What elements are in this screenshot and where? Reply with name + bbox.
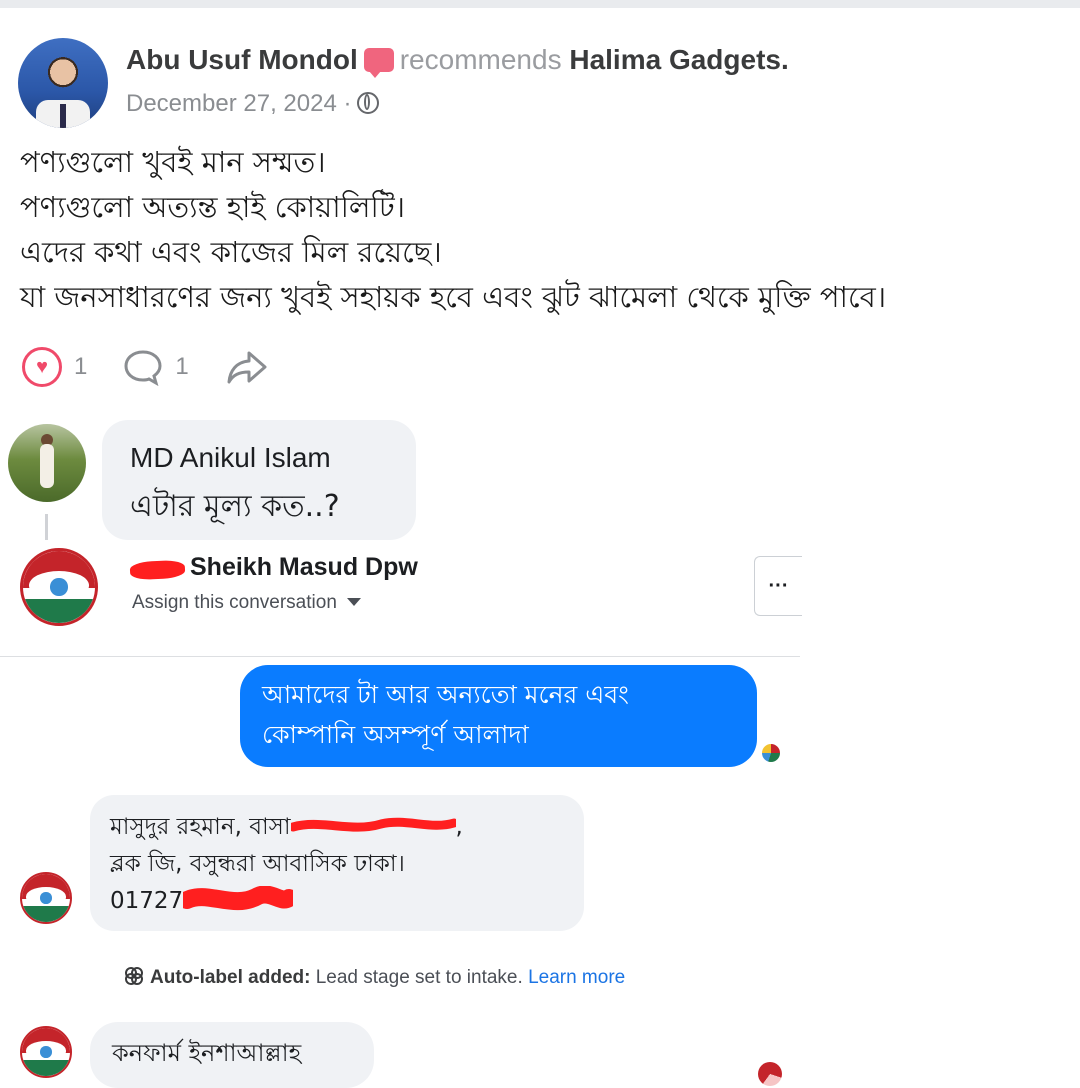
post-meta: December 27, 2024 · — [126, 90, 380, 118]
avatar-logo-emblem — [40, 892, 52, 904]
redaction-scribble — [178, 885, 299, 911]
avatar-logo-emblem — [40, 1046, 52, 1058]
seen-indicator-avatar — [760, 742, 782, 764]
recommend-verb: recommends — [399, 44, 562, 75]
auto-label-notice: Auto-label added: Lead stage set to inta… — [124, 966, 625, 989]
header-divider — [0, 656, 800, 657]
sent-message-bubble: আমাদের টা আর অন্যতো মনের এবং কোম্পানি অস… — [240, 665, 757, 767]
post-body: পণ্যগুলো খুবই মান সম্মত। পণ্যগুলো অত্যন্… — [20, 140, 886, 320]
heart-icon[interactable]: ♥ — [22, 347, 62, 387]
more-options-button[interactable]: ··· — [754, 556, 802, 616]
post-body-line: পণ্যগুলো অত্যন্ত হাই কোয়ালিটি। — [20, 190, 406, 224]
avatar-figure-body — [40, 444, 54, 488]
sent-message-line: কোম্পানি অসম্পূর্ণ আলাদা — [262, 720, 529, 749]
redaction-scribble — [288, 817, 459, 832]
received-message-bubble: মাসুদুর রহমান, বাসা, ব্লক জি, বসুন্ধরা আ… — [90, 795, 584, 931]
post-body-line: এদের কথা এবং কাজের মিল রয়েছে। — [20, 235, 442, 269]
post-top-border — [0, 0, 1080, 8]
commenter-name[interactable]: MD Anikul Islam — [130, 442, 388, 474]
auto-label-text: Lead stage set to intake. — [315, 967, 523, 988]
sent-message-line: আমাদের টা আর অন্যতো মনের এবং — [262, 680, 629, 709]
received-message-line: মাসুদুর রহমান, বাসা, — [110, 809, 564, 846]
commenter-avatar[interactable] — [8, 424, 86, 502]
received-message-line: ব্লক জি, বসুন্ধরা আবাসিক ঢাকা। — [110, 851, 405, 877]
comment-count: 1 — [175, 353, 189, 380]
avatar-tie — [60, 104, 66, 128]
contact-avatar-small[interactable] — [20, 872, 72, 924]
recommended-page-name[interactable]: Halima Gadgets. — [569, 44, 788, 75]
globe-icon — [357, 92, 380, 114]
avatar-logo-bottom — [22, 1059, 70, 1076]
avatar-logo-emblem — [50, 578, 68, 596]
share-icon[interactable] — [225, 347, 269, 387]
recommend-icon — [363, 48, 394, 78]
address-redaction — [288, 812, 459, 834]
phone-redaction — [178, 885, 299, 914]
redaction-mark — [129, 559, 186, 581]
post-action-bar: ♥ 1 1 — [22, 340, 269, 394]
address-text: মাসুদুর রহমান, বাসা — [110, 814, 291, 840]
auto-label-icon — [125, 967, 143, 985]
received-message-bubble: কনফার্ম ইনশাআল্লাহ — [90, 1022, 374, 1088]
comment-bubble: MD Anikul Islam এটার মূল্য কত..? — [102, 420, 416, 540]
learn-more-link[interactable]: Learn more — [528, 967, 625, 988]
address-text-end: , — [455, 814, 463, 840]
post-body-line: পণ্যগুলো খুবই মান সম্মত। — [20, 145, 326, 179]
reaction-count: 1 — [74, 353, 88, 380]
contact-avatar-small[interactable] — [20, 1026, 72, 1078]
thread-connector — [45, 514, 48, 540]
avatar-logo-bottom — [23, 598, 95, 623]
post-card: Abu Usuf Mondol recommends Halima Gadgets… — [0, 0, 1080, 400]
contact-name[interactable]: Sheikh Masud Dpw — [190, 553, 418, 582]
post-author-name[interactable]: Abu Usuf Mondol — [126, 44, 358, 75]
assign-label: Assign this conversation — [132, 592, 337, 613]
phone-text: 01727 — [110, 888, 184, 914]
assign-conversation-dropdown[interactable]: Assign this conversation — [132, 592, 361, 614]
comment-icon[interactable] — [123, 348, 163, 386]
caret-down-icon — [346, 598, 361, 606]
comment-text: এটার মূল্য কত..? — [130, 489, 340, 524]
post-author-avatar[interactable] — [18, 38, 108, 128]
auto-label-title: Auto-label added: — [150, 967, 311, 988]
post-date[interactable]: December 27, 2024 · — [126, 90, 351, 117]
avatar-logo-bottom — [22, 905, 70, 922]
post-body-line: যা জনসাধারণের জন্য খুবই সহায়ক হবে এবং ঝ… — [20, 280, 887, 314]
seen-indicator-avatar — [758, 1062, 782, 1086]
contact-avatar[interactable] — [20, 548, 98, 626]
post-header: Abu Usuf Mondol recommends Halima Gadgets… — [126, 44, 789, 78]
received-message-line: 01727 — [110, 883, 564, 920]
